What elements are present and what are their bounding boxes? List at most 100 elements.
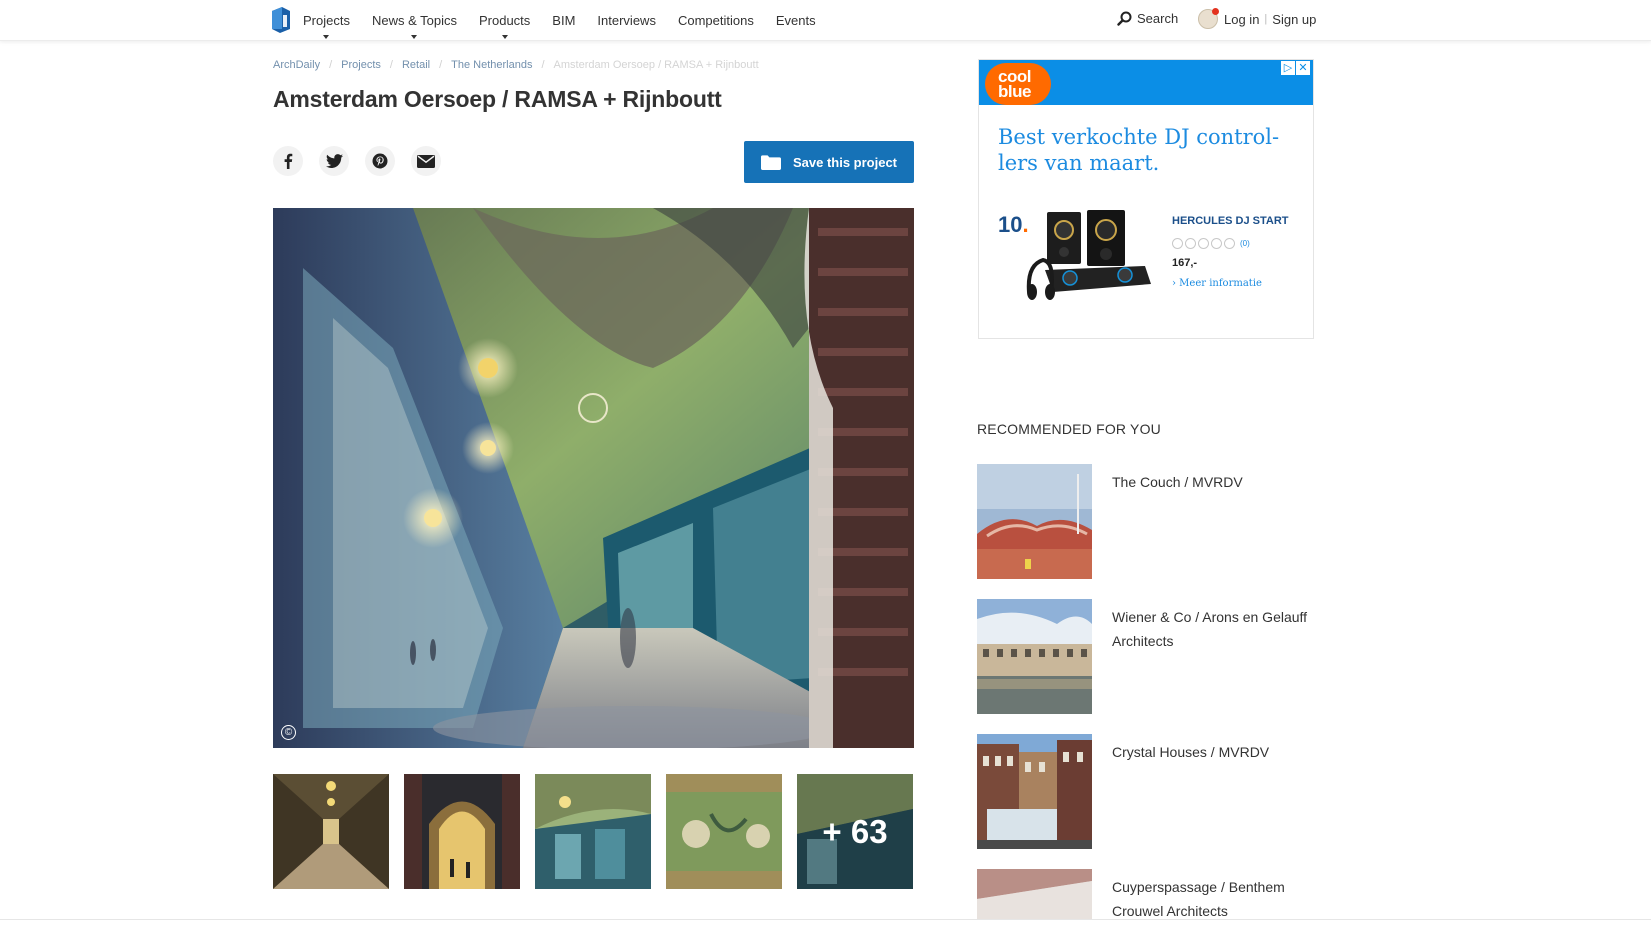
recommended-title: Cuyperspassage / Benthem Crouwel Archite… (1112, 879, 1285, 919)
share-pinterest-button[interactable] (365, 146, 395, 176)
star-empty-icon (1185, 238, 1196, 249)
breadcrumb-netherlands[interactable]: The Netherlands (451, 59, 532, 71)
gallery-thumbnails: + 63 (273, 774, 913, 889)
pinterest-icon (372, 153, 388, 169)
breadcrumb-separator: / (329, 59, 333, 71)
nav-interviews-label: Interviews (597, 13, 656, 28)
more-photos-count: + 63 (797, 774, 913, 889)
archdaily-logo-icon[interactable] (272, 7, 290, 33)
folder-icon (760, 154, 781, 170)
breadcrumb-current: Amsterdam Oersoep / RAMSA + Rijnboutt (553, 59, 759, 71)
nav-interviews[interactable]: Interviews (597, 13, 656, 28)
hero-photo-illustration (273, 208, 914, 748)
copyright-icon[interactable]: © (281, 725, 296, 740)
ad-product-name[interactable]: HERCULES DJ START (1172, 215, 1289, 227)
breadcrumb-separator: / (541, 59, 545, 71)
thumbnail-photo (273, 774, 389, 889)
nav-competitions-label: Competitions (677, 13, 754, 28)
search-label: Search (1137, 11, 1179, 26)
breadcrumb-archdaily[interactable]: ArchDaily (273, 59, 320, 71)
adchoices-icon[interactable]: ▷ (1281, 61, 1295, 75)
nav-events-label: Events (775, 13, 816, 28)
recommended-thumbnail (977, 599, 1092, 714)
recommended-item[interactable]: The Couch / MVRDV (977, 464, 1317, 579)
gallery-thumbnail-4[interactable] (666, 774, 782, 889)
nav-bim[interactable]: BIM (552, 13, 575, 28)
breadcrumb-retail[interactable]: Retail (402, 59, 430, 71)
nav-news-topics[interactable]: News & Topics (371, 13, 457, 39)
recommended-item[interactable]: Cuyperspassage / Benthem Crouwel Archite… (977, 869, 1317, 919)
signup-link[interactable]: Sign up (1272, 12, 1316, 27)
close-icon[interactable]: ✕ (1296, 61, 1310, 75)
save-project-label: Save this project (792, 154, 898, 170)
main-nav: Projects News & Topics Products BIM Inte… (303, 0, 838, 41)
separator: | (1264, 13, 1268, 25)
recommended-title: Wiener & Co / Arons en Gelauff Architect… (1112, 609, 1308, 649)
thumbnail-photo (535, 774, 651, 889)
recommended-item[interactable]: Wiener & Co / Arons en Gelauff Architect… (977, 599, 1317, 714)
star-empty-icon (1172, 238, 1183, 249)
breadcrumb-projects[interactable]: Projects (341, 59, 381, 71)
ad-header: cool blue ▷ ✕ (979, 60, 1313, 105)
top-navbar: Projects News & Topics Products BIM Inte… (0, 0, 1651, 41)
ad-rating: (0) (1172, 238, 1250, 249)
recommended-photo (977, 734, 1092, 849)
ad-rank-number: 10 (998, 212, 1023, 237)
notification-dot (1212, 8, 1219, 15)
recommended-thumbnail (977, 464, 1092, 579)
hero-image[interactable]: © (273, 208, 914, 748)
ad-more-info-link[interactable]: › Meer informatie (1172, 278, 1262, 289)
search-icon (1117, 11, 1132, 26)
caret-down-icon (323, 35, 330, 39)
caret-down-icon (411, 35, 418, 39)
recommended-photo (977, 599, 1092, 714)
thumbnail-photo (404, 774, 520, 889)
star-empty-icon (1198, 238, 1209, 249)
breadcrumb-separator: / (439, 59, 443, 71)
nav-competitions[interactable]: Competitions (678, 13, 754, 28)
nav-products[interactable]: Products (479, 13, 530, 39)
share-facebook-button[interactable] (273, 146, 303, 176)
recommended-photo (977, 869, 1092, 919)
star-empty-icon (1224, 238, 1235, 249)
ad-brand-line2: blue (998, 82, 1031, 101)
facebook-icon (284, 153, 293, 169)
gallery-thumbnail-more[interactable]: + 63 (797, 774, 913, 889)
recommended-title: Crystal Houses / MVRDV (1112, 744, 1270, 760)
search-button[interactable]: Search (1117, 11, 1178, 26)
recommended-thumbnail (977, 734, 1092, 849)
ad-controls: ▷ ✕ (1280, 61, 1310, 75)
share-twitter-button[interactable] (319, 146, 349, 176)
nav-news-topics-label: News & Topics (371, 13, 457, 28)
gallery-thumbnail-1[interactable] (273, 774, 389, 889)
ad-price: 167,- (1172, 257, 1198, 269)
breadcrumb: ArchDaily / Projects / Retail / The Neth… (273, 59, 759, 71)
thumbnail-photo (666, 774, 782, 889)
star-empty-icon (1211, 238, 1222, 249)
gallery-thumbnail-3[interactable] (535, 774, 651, 889)
ad-headline: Best verkochte DJ control-lers van maart… (998, 125, 1280, 175)
account-area: Log in | Sign up (1198, 8, 1316, 29)
share-bar (273, 146, 457, 176)
nav-projects[interactable]: Projects (303, 13, 350, 39)
share-email-button[interactable] (411, 146, 441, 176)
caret-down-icon (501, 35, 508, 39)
dj-controller-product-image (1026, 210, 1151, 300)
nav-bim-label: BIM (552, 13, 576, 28)
footer-divider (0, 919, 1651, 920)
recommended-photo (977, 464, 1092, 579)
login-link[interactable]: Log in (1224, 12, 1259, 27)
nav-projects-label: Projects (303, 13, 350, 28)
twitter-icon (325, 154, 343, 168)
recommended-heading: RECOMMENDED FOR YOU (977, 421, 1161, 437)
ad-review-count: (0) (1240, 239, 1250, 248)
avatar[interactable] (1198, 8, 1219, 29)
gallery-thumbnail-2[interactable] (404, 774, 520, 889)
advertisement[interactable]: cool blue ▷ ✕ Best verkochte DJ control-… (978, 59, 1314, 339)
recommended-thumbnail (977, 869, 1092, 919)
email-icon (417, 154, 435, 168)
save-project-button[interactable]: Save this project (744, 141, 914, 183)
nav-events[interactable]: Events (776, 13, 816, 28)
recommended-item[interactable]: Crystal Houses / MVRDV (977, 734, 1317, 849)
ad-brand-logo[interactable]: cool blue (985, 63, 1051, 105)
